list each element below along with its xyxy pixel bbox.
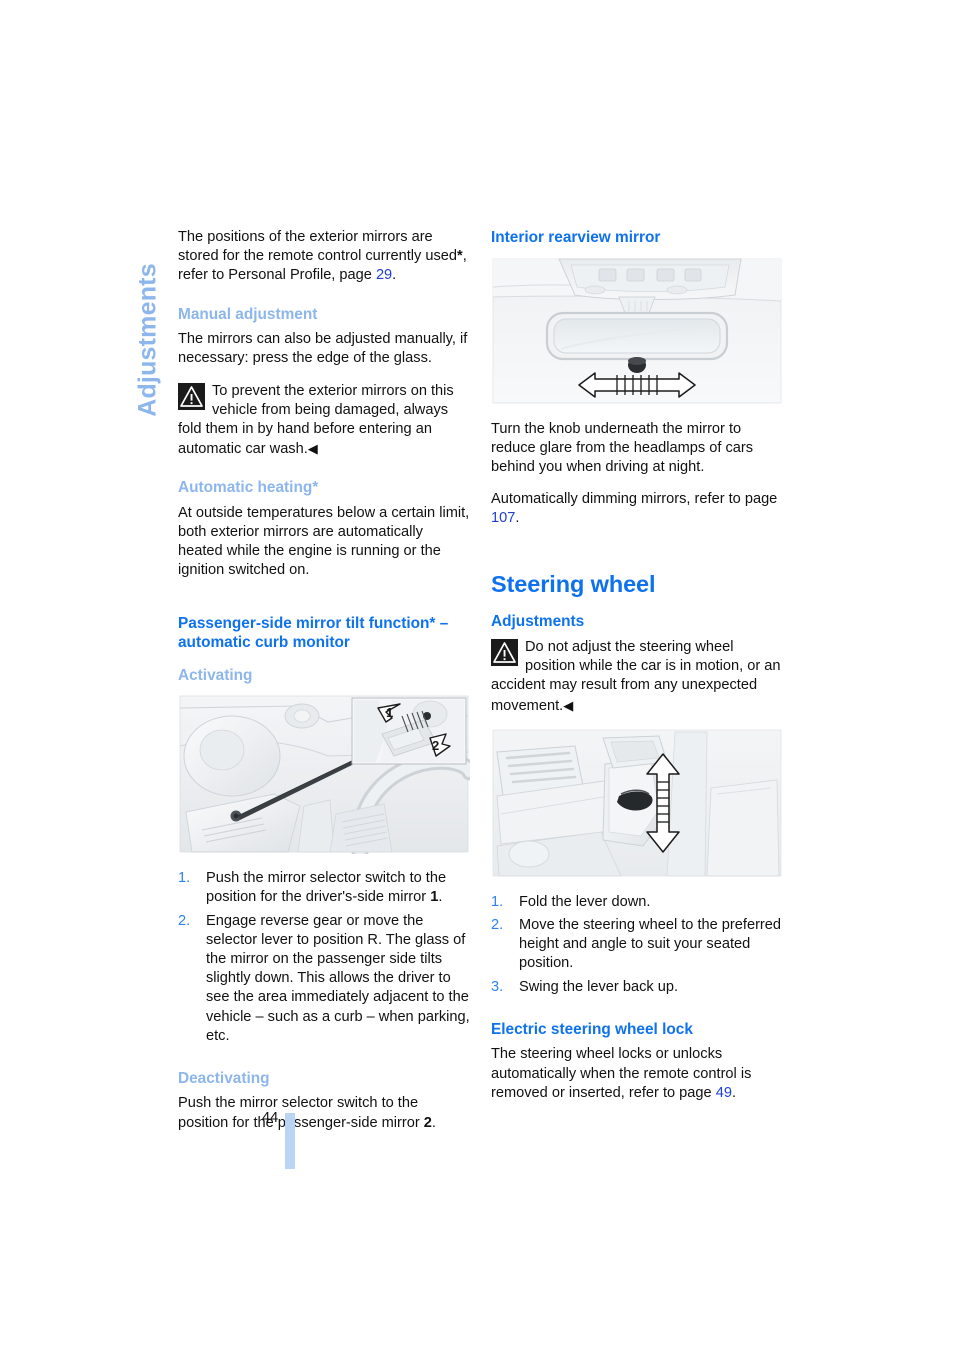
- step-text: Push the mirror selector switch to the p…: [206, 870, 447, 906]
- warning-end-marker: ◀: [563, 697, 574, 713]
- lock-text-tail: .: [731, 1084, 736, 1101]
- chapter-side-tab-label: Adjustments: [133, 263, 162, 417]
- step-item: 3. Swing the lever back up.: [491, 978, 783, 997]
- step-item: 2. Engage reverse gear or move the select…: [178, 912, 470, 1046]
- step-text: Swing the lever back up.: [519, 978, 678, 995]
- figure-steering-column-lever: [491, 727, 783, 878]
- intro-text-after: .: [392, 267, 397, 284]
- step-number: 2.: [178, 912, 191, 929]
- figure-interior-rearview-mirror: [491, 256, 783, 405]
- inset-label-1: 1: [386, 705, 393, 720]
- figure-mirror-selector-switch: 1 2: [178, 694, 470, 855]
- heading-activating: Activating: [178, 666, 253, 684]
- step-number: 2.: [491, 917, 504, 934]
- step-item: 2. Move the steering wheel to the preferr…: [491, 916, 783, 974]
- heading-tilt-function-line2: automatic curb monitor: [178, 634, 350, 652]
- lock-text: The steering wheel locks or unlocks auto…: [491, 1046, 752, 1101]
- heading-tilt-function-line1: Passenger-side mirror tilt function* –: [178, 614, 449, 632]
- warning-triangle-icon: [178, 382, 205, 410]
- deactivating-text-tail: .: [431, 1114, 436, 1131]
- page-reference-107[interactable]: 107: [491, 510, 515, 526]
- warning-block-steering-wheel: Do not adjust the steering wheel positio…: [491, 638, 783, 716]
- heading-electric-steering-wheel-lock: Electric steering wheel lock: [491, 1020, 693, 1038]
- intro-paragraph: The positions of the exterior mirrors ar…: [178, 228, 470, 286]
- page-reference-29[interactable]: 29: [376, 267, 392, 283]
- step-text: Engage reverse gear or move the selector…: [206, 912, 470, 1044]
- manual-adjustment-body: The mirrors can also be adjusted manuall…: [178, 331, 468, 367]
- page-marker-bar: [285, 1113, 295, 1169]
- step-item: 1. Push the mirror selector switch to the…: [178, 869, 470, 907]
- chapter-title-steering-wheel: Steering wheel: [491, 570, 656, 597]
- inset-label-2: 2: [432, 738, 439, 753]
- warning-triangle-icon: [491, 639, 518, 667]
- warning-block-mirrors: To prevent the exterior mirrors on this …: [178, 382, 470, 460]
- heading-automatic-heating: Automatic heating*: [178, 479, 319, 497]
- heading-deactivating: Deactivating: [178, 1069, 270, 1087]
- step-text: Fold the lever down.: [519, 893, 651, 910]
- deactivating-text: Push the mirror selector switch to the p…: [178, 1095, 424, 1131]
- heading-interior-rearview-mirror: Interior rearview mirror: [491, 229, 661, 246]
- step-text-tail: .: [438, 889, 443, 906]
- page-number: 44: [262, 1110, 279, 1126]
- chapter-side-tab: Adjustments: [126, 230, 170, 450]
- warning-end-marker: ◀: [307, 441, 318, 457]
- step-text: Move the steering wheel to the preferred…: [519, 917, 782, 972]
- page-reference-49[interactable]: 49: [716, 1085, 732, 1101]
- deactivating-body: Push the mirror selector switch to the p…: [178, 1094, 470, 1132]
- intro-text-before: The positions of the exterior mirrors ar…: [178, 229, 458, 265]
- steps-steering-wheel-adjustment: 1. Fold the lever down. 2. Move the steeri…: [491, 893, 783, 997]
- steering-wheel-lock-body: The steering wheel locks or unlocks auto…: [491, 1045, 783, 1103]
- dimming-mirrors-text-tail: .: [515, 510, 520, 527]
- steps-tilt-function: 1. Push the mirror selector switch to the…: [178, 869, 470, 1046]
- interior-mirror-body-1: Turn the knob underneath the mirror to r…: [491, 420, 754, 475]
- step-number: 1.: [491, 893, 504, 910]
- deactivating-bold-ref: 2: [423, 1114, 432, 1131]
- interior-mirror-body-2: Automatically dimming mirrors, refer to …: [491, 490, 783, 528]
- heading-adjustments: Adjustments: [491, 612, 585, 630]
- heading-manual-adjustment: Manual adjustment: [178, 305, 318, 323]
- right-column: Interior rearview mirror Turn the knob u…: [491, 228, 783, 1103]
- step-item: 1. Fold the lever down.: [491, 893, 783, 912]
- step-number: 1.: [178, 870, 191, 887]
- automatic-heating-body: At outside temperatures below a certain …: [178, 504, 470, 579]
- warning-text-steering-wheel: Do not adjust the steering wheel positio…: [491, 639, 781, 714]
- dimming-mirrors-text: Automatically dimming mirrors, refer to …: [491, 491, 778, 508]
- left-column: The positions of the exterior mirrors ar…: [178, 228, 470, 1133]
- step-number: 3.: [491, 978, 504, 995]
